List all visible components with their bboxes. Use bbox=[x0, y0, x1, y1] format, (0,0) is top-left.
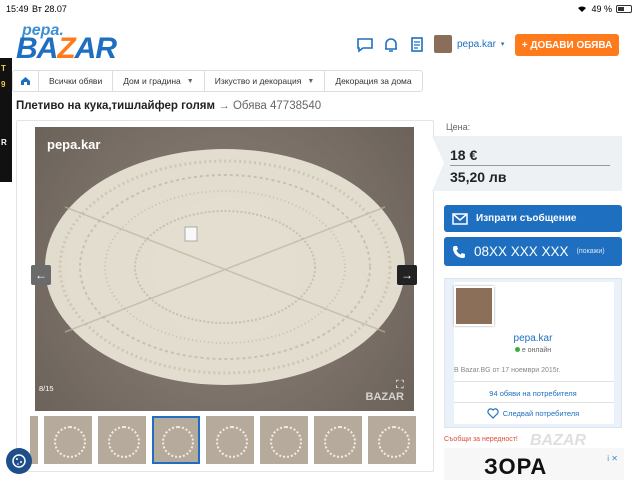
price-divider bbox=[450, 165, 610, 166]
side-widget-mark: R bbox=[1, 138, 7, 147]
seller-avatar[interactable] bbox=[454, 286, 494, 326]
follow-label: Следвай потребителя bbox=[502, 409, 580, 418]
report-link[interactable]: Съобщи за нередност! bbox=[444, 436, 518, 443]
ad-banner[interactable]: ЗОРА i ✕ bbox=[444, 448, 624, 480]
side-widget[interactable]: T 9 R bbox=[0, 58, 12, 182]
logo-part: BA bbox=[16, 32, 58, 65]
thumbnail[interactable] bbox=[260, 416, 308, 464]
page-title: Плетиво на кука,тишлайфер голям → Обява … bbox=[16, 100, 321, 112]
thumbnail[interactable] bbox=[206, 416, 254, 464]
chevron-down-icon: ▾ bbox=[500, 41, 505, 48]
user-menu[interactable]: pepa.kar ▾ bbox=[434, 35, 504, 53]
status-right: 49 % bbox=[577, 4, 632, 14]
member-since: В Bazar.BG от 17 ноември 2015г. bbox=[454, 367, 561, 374]
follow-user-button[interactable]: Следвай потребителя bbox=[444, 408, 622, 419]
thumbnail[interactable] bbox=[314, 416, 362, 464]
cookie-settings-button[interactable] bbox=[6, 448, 32, 474]
breadcrumb-item[interactable]: Всички обяви bbox=[39, 71, 114, 91]
breadcrumb-item[interactable]: Дом и градина ▼ bbox=[113, 71, 205, 91]
envelope-icon bbox=[452, 212, 468, 225]
chevron-down-icon: ▼ bbox=[186, 77, 194, 85]
breadcrumb-home[interactable] bbox=[13, 71, 39, 91]
thumbnail[interactable] bbox=[368, 416, 416, 464]
doily-image bbox=[45, 149, 405, 385]
cookie-icon bbox=[12, 454, 26, 468]
battery-text: 49 % bbox=[591, 4, 612, 14]
breadcrumb: Всички обяви Дом и градина ▼ Изкуство и … bbox=[12, 70, 423, 92]
online-status: е онлайн bbox=[444, 347, 622, 354]
logo-main: BAZAR bbox=[16, 32, 117, 66]
title-arrow: → bbox=[218, 100, 230, 112]
photo-counter: 8/15 bbox=[39, 384, 54, 393]
price-lv: 35,20 лв bbox=[450, 169, 507, 185]
online-label: е онлайн bbox=[521, 347, 552, 354]
banner-brand: ЗОРА bbox=[484, 454, 548, 479]
prev-photo-button[interactable]: ← bbox=[31, 265, 51, 285]
main-photo[interactable]: pepa.kar BAZAR 8/15 ⛶ bbox=[35, 127, 414, 411]
photo-watermark: pepa.kar bbox=[47, 137, 101, 152]
username: pepa.kar bbox=[457, 38, 496, 50]
send-message-button[interactable]: Изпрати съобщение bbox=[444, 205, 622, 232]
seller-name[interactable]: pepa.kar bbox=[444, 333, 622, 344]
price-label: Цена: bbox=[446, 122, 471, 132]
breadcrumb-label: Изкуство и декорация bbox=[214, 76, 302, 86]
fullscreen-icon[interactable]: ⛶ bbox=[396, 379, 408, 391]
chevron-left-icon: ← bbox=[35, 268, 47, 282]
status-bar: 15:49 Вт 28.07 49 % bbox=[0, 0, 640, 18]
add-listing-button[interactable]: + ДОБАВИ ОБЯВА bbox=[515, 34, 619, 56]
thumbnail-strip bbox=[30, 416, 416, 466]
thumbnail[interactable] bbox=[44, 416, 92, 464]
list-icon[interactable] bbox=[408, 36, 426, 54]
next-photo-button[interactable]: → bbox=[397, 265, 417, 285]
bazar-logo[interactable]: pepa. BAZAR bbox=[16, 22, 126, 65]
user-ads-link[interactable]: 94 обяви на потребителя bbox=[444, 389, 622, 398]
logo-part: AR bbox=[74, 32, 117, 65]
site-header: pepa. BAZAR pepa.kar ▾ + ДОБАВИ ОБЯВА bbox=[0, 18, 640, 66]
divider bbox=[454, 381, 614, 382]
phone-icon bbox=[453, 245, 465, 258]
phone-number: 08XX XXX XXX bbox=[474, 244, 569, 259]
chevron-right-icon: → bbox=[401, 268, 413, 282]
heart-icon bbox=[487, 408, 499, 419]
breadcrumb-label: Декорация за дома bbox=[335, 76, 412, 86]
photo-watermark-logo: BAZAR bbox=[365, 391, 405, 403]
status-date: Вт 28.07 bbox=[32, 4, 67, 14]
phone-button[interactable]: 08XX XXX XXX (покажи) bbox=[444, 237, 622, 266]
logo-part: Z bbox=[57, 32, 75, 65]
chat-icon[interactable] bbox=[356, 36, 374, 54]
home-icon bbox=[21, 77, 30, 85]
chevron-down-icon: ▼ bbox=[307, 77, 315, 85]
wifi-icon bbox=[578, 6, 587, 12]
ad-close-icon[interactable]: i ✕ bbox=[607, 454, 618, 463]
phone-show-link[interactable]: (покажи) bbox=[577, 248, 605, 255]
bazar-watermark: BAZAR bbox=[530, 432, 586, 449]
breadcrumb-label: Дом и градина bbox=[123, 76, 181, 86]
thumbnail-active[interactable] bbox=[152, 416, 200, 464]
status-time: 15:49 bbox=[6, 4, 29, 14]
breadcrumb-item[interactable]: Декорация за дома bbox=[325, 71, 421, 91]
breadcrumb-label: Всички обяви bbox=[49, 76, 103, 86]
listing-title: Плетиво на кука,тишлайфер голям bbox=[16, 100, 216, 112]
avatar bbox=[434, 35, 452, 53]
ad-number: Обява 47738540 bbox=[232, 100, 322, 112]
thumbnail[interactable] bbox=[98, 416, 146, 464]
bell-icon[interactable] bbox=[382, 36, 400, 54]
battery-icon bbox=[616, 5, 632, 13]
breadcrumb-item[interactable]: Изкуство и декорация ▼ bbox=[205, 71, 326, 91]
price-eur: 18 € bbox=[450, 147, 478, 163]
divider bbox=[454, 402, 614, 403]
side-widget-mark: 9 bbox=[1, 80, 6, 89]
send-message-label: Изпрати съобщение bbox=[476, 213, 577, 224]
online-dot-icon bbox=[514, 347, 520, 352]
